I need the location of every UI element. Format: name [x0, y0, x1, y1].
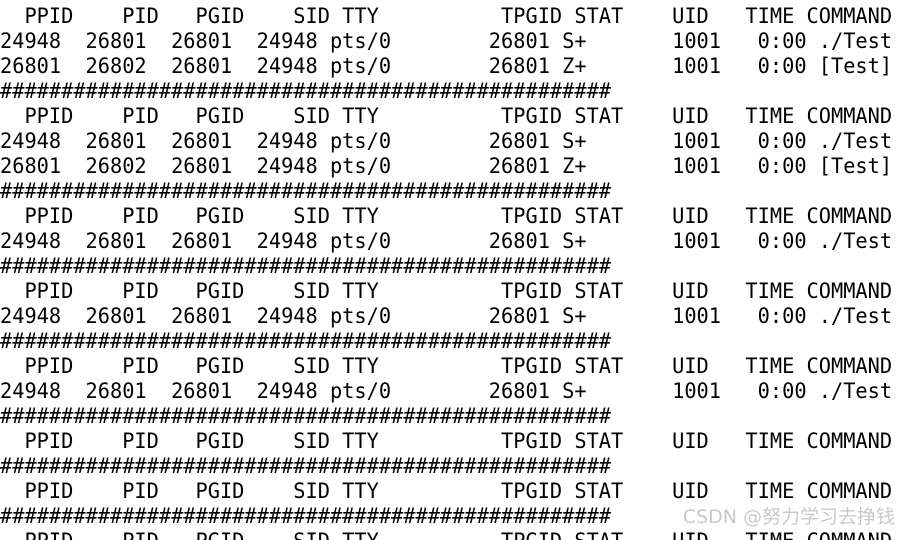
terminal-line: 26801 26802 26801 24948 pts/0 26801 Z+ 1… [0, 153, 893, 178]
terminal-line: 24948 26801 26801 24948 pts/0 26801 S+ 1… [0, 28, 893, 53]
terminal-screen: PPID PID PGID SID TTY TPGID STAT UID TIM… [0, 0, 901, 540]
terminal-line: ########################################… [0, 453, 612, 478]
terminal-line: 24948 26801 26801 24948 pts/0 26801 S+ 1… [0, 128, 893, 153]
terminal-line: ########################################… [0, 78, 612, 103]
terminal-line: PPID PID PGID SID TTY TPGID STAT UID TIM… [0, 353, 893, 378]
terminal-line: 24948 26801 26801 24948 pts/0 26801 S+ 1… [0, 228, 893, 253]
terminal-line: 24948 26801 26801 24948 pts/0 26801 S+ 1… [0, 378, 893, 403]
terminal-line: PPID PID PGID SID TTY TPGID STAT UID TIM… [0, 103, 893, 128]
terminal-line: PPID PID PGID SID TTY TPGID STAT UID TIM… [0, 528, 892, 540]
terminal-line: PPID PID PGID SID TTY TPGID STAT UID TIM… [0, 478, 893, 503]
terminal-line: 24948 26801 26801 24948 pts/0 26801 S+ 1… [0, 303, 893, 328]
terminal-line: PPID PID PGID SID TTY TPGID STAT UID TIM… [0, 278, 893, 303]
terminal-line: ########################################… [0, 253, 612, 278]
terminal-line: 26801 26802 26801 24948 pts/0 26801 Z+ 1… [0, 53, 893, 78]
terminal-line: ########################################… [0, 178, 612, 203]
terminal-line: PPID PID PGID SID TTY TPGID STAT UID TIM… [0, 203, 893, 228]
terminal-output[interactable]: PPID PID PGID SID TTY TPGID STAT UID TIM… [0, 0, 901, 540]
terminal-line: PPID PID PGID SID TTY TPGID STAT UID TIM… [0, 3, 893, 28]
terminal-line: ########################################… [0, 503, 612, 528]
terminal-line: ########################################… [0, 403, 612, 428]
terminal-line: ########################################… [0, 328, 612, 353]
terminal-line: PPID PID PGID SID TTY TPGID STAT UID TIM… [0, 428, 893, 453]
